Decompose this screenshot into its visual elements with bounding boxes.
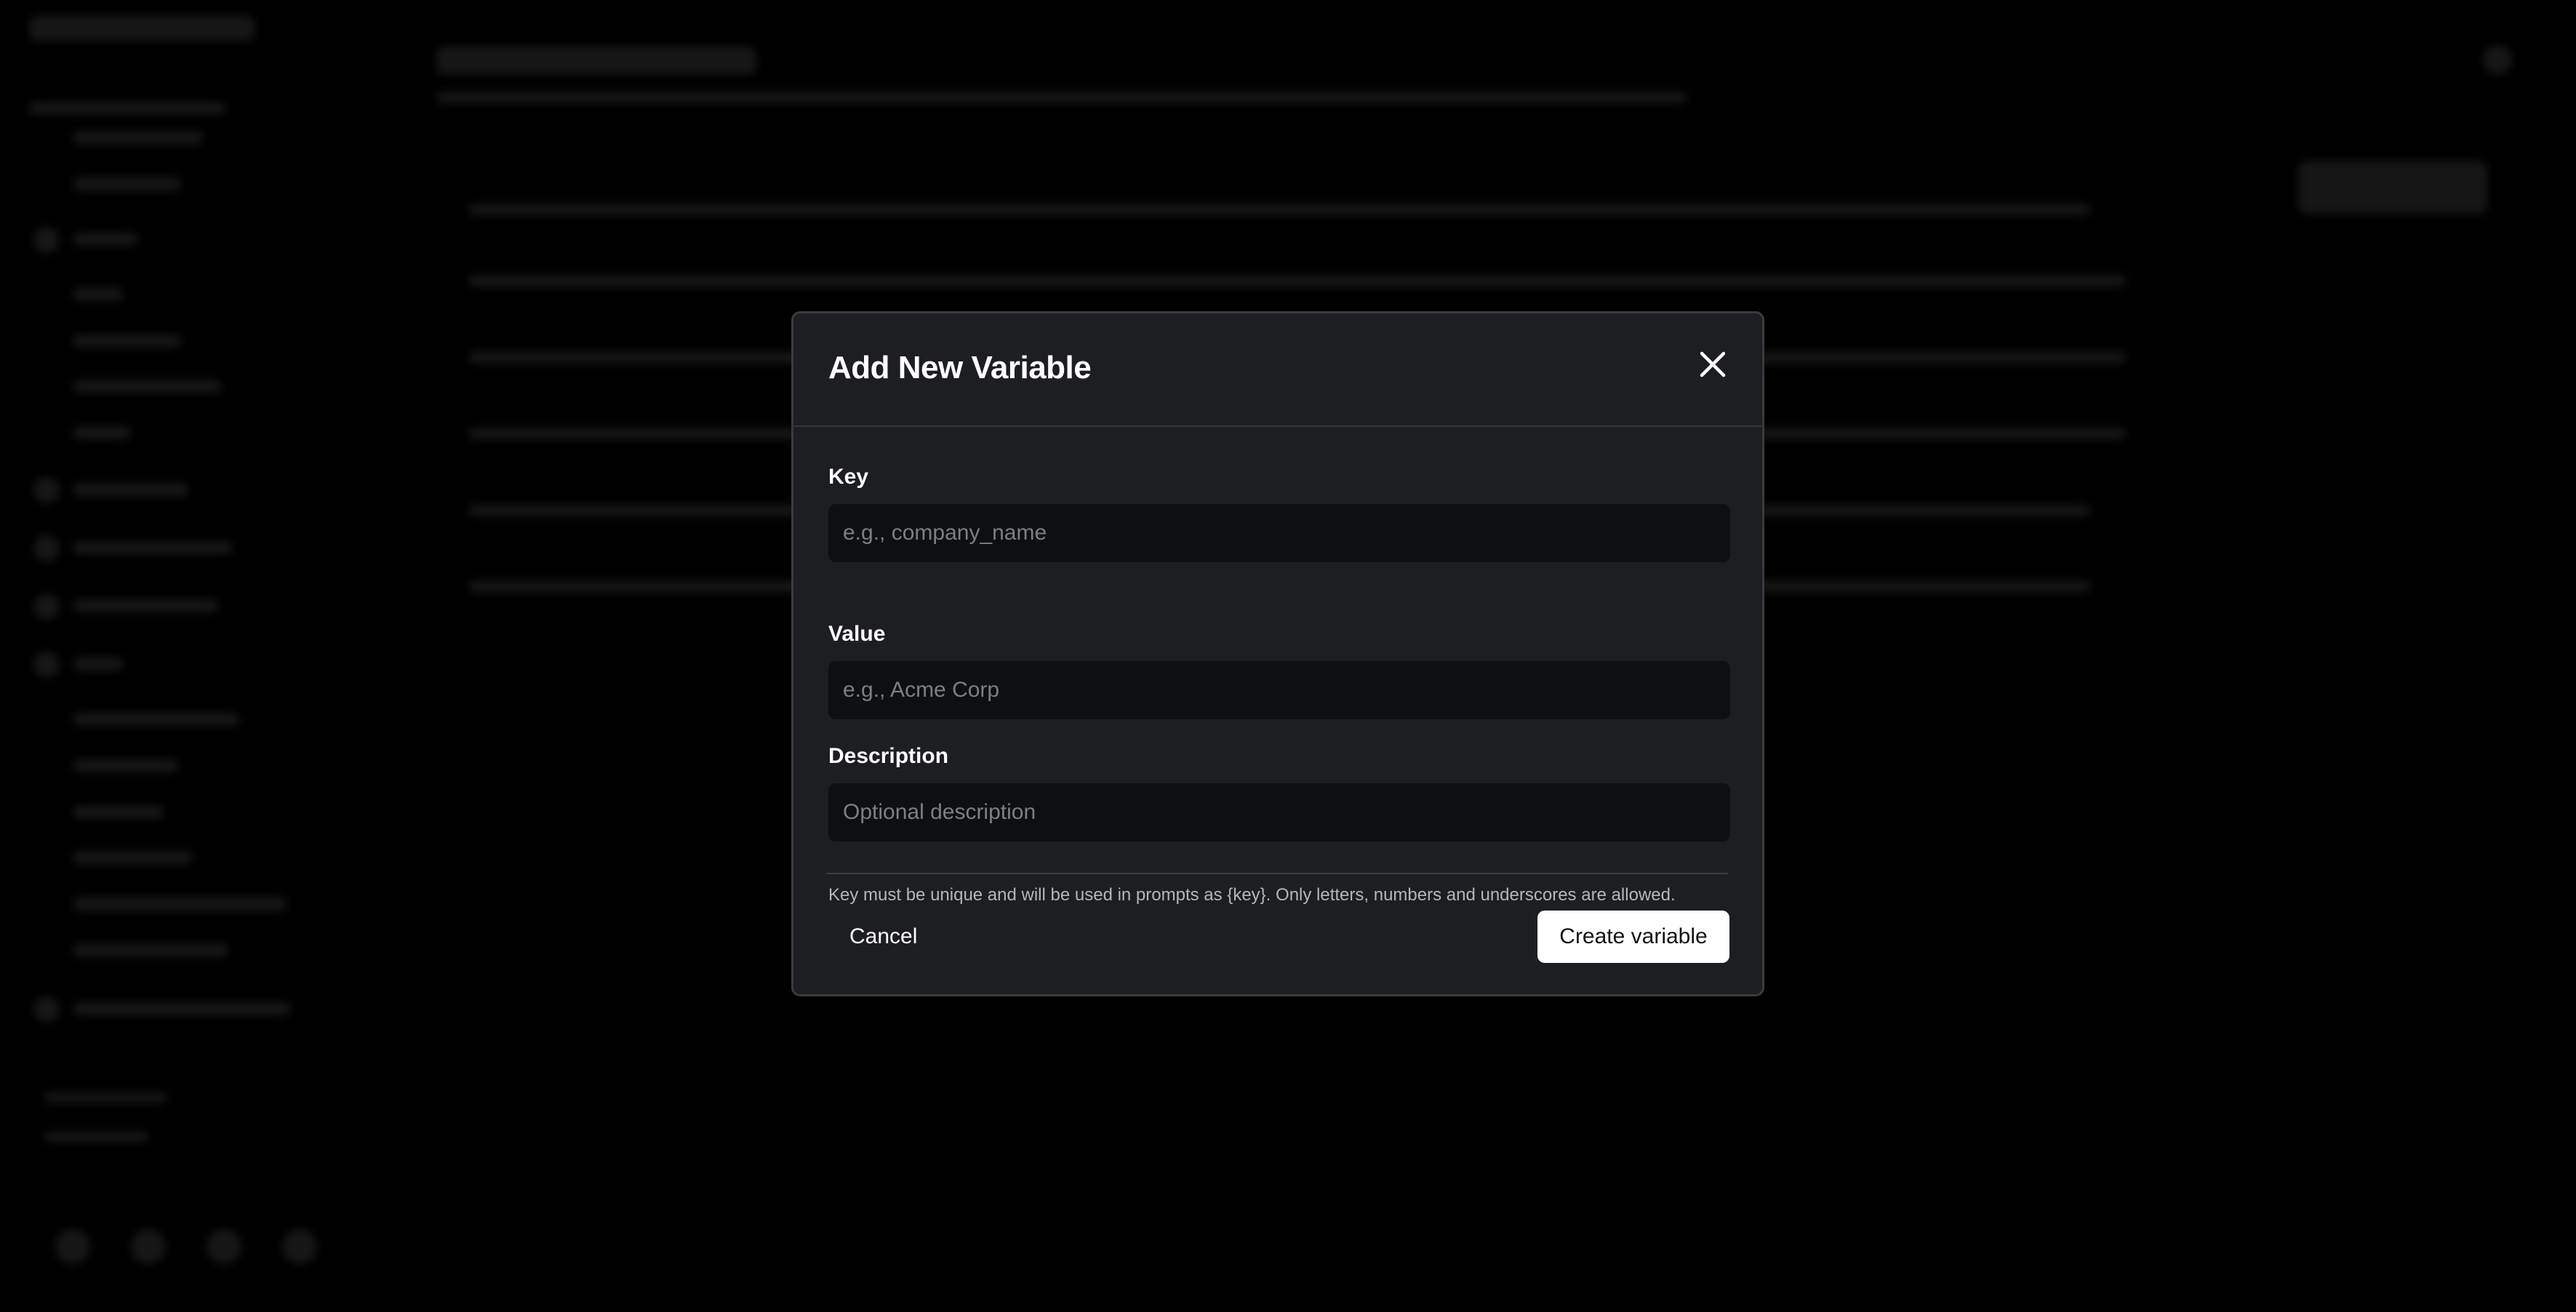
value-label: Value [828,622,886,646]
sidebar-item [73,541,233,554]
sidebar-footer [44,1092,167,1103]
page-subtitle [436,92,1687,103]
add-variable-dialog: Add New Variable Key Key must be unique … [791,311,1764,996]
key-label: Key [828,465,869,489]
sidebar-item [73,426,131,439]
dialog-header: Add New Variable [793,313,1762,427]
sidebar-footer [44,1132,149,1142]
sidebar-item [73,599,218,612]
value-input[interactable] [828,661,1730,719]
footer-icon [131,1229,166,1264]
sidebar-item [73,131,204,144]
sidebar-icon [33,535,60,561]
page-title [436,47,756,74]
create-variable-button[interactable]: Create variable [1537,911,1729,963]
sidebar-item [73,713,240,726]
sidebar-item [73,233,138,246]
sidebar-icon [33,652,60,678]
sidebar-icon [33,996,60,1023]
key-help-text: Key must be unique and will be used in p… [828,885,1676,905]
sidebar-section [29,102,225,115]
sidebar-icon [33,593,60,620]
sidebar-item [73,657,124,671]
sidebar-item [73,335,182,348]
table-row [468,275,2127,287]
sidebar-item [73,483,189,496]
sidebar-item [73,806,164,819]
close-button[interactable] [1694,345,1732,383]
sidebar-item [73,759,178,772]
sidebar-item [73,380,222,393]
sidebar-item [73,851,193,864]
footer-icon [282,1229,317,1264]
sidebar-item [73,1002,291,1015]
key-input[interactable] [828,504,1730,562]
sidebar-icon [33,227,60,253]
close-icon [1700,351,1726,377]
dialog-title: Add New Variable [828,350,1092,385]
description-label: Description [828,744,949,768]
dialog-divider [826,873,1728,874]
app-logo [29,16,255,41]
add-button [2298,161,2487,214]
footer-icon [55,1229,90,1264]
modal-overlay[interactable]: Add New Variable Key Key must be unique … [0,0,2576,1312]
sidebar-item [73,897,287,911]
sidebar-icon [33,477,60,503]
table-header [468,204,2090,215]
cancel-button[interactable]: Cancel [826,911,940,963]
sidebar-item [73,288,124,301]
sidebar-item [73,177,182,191]
profile-icon [2483,45,2512,74]
footer-icon [207,1229,241,1264]
sidebar-item [73,944,229,957]
description-input[interactable] [828,783,1730,841]
